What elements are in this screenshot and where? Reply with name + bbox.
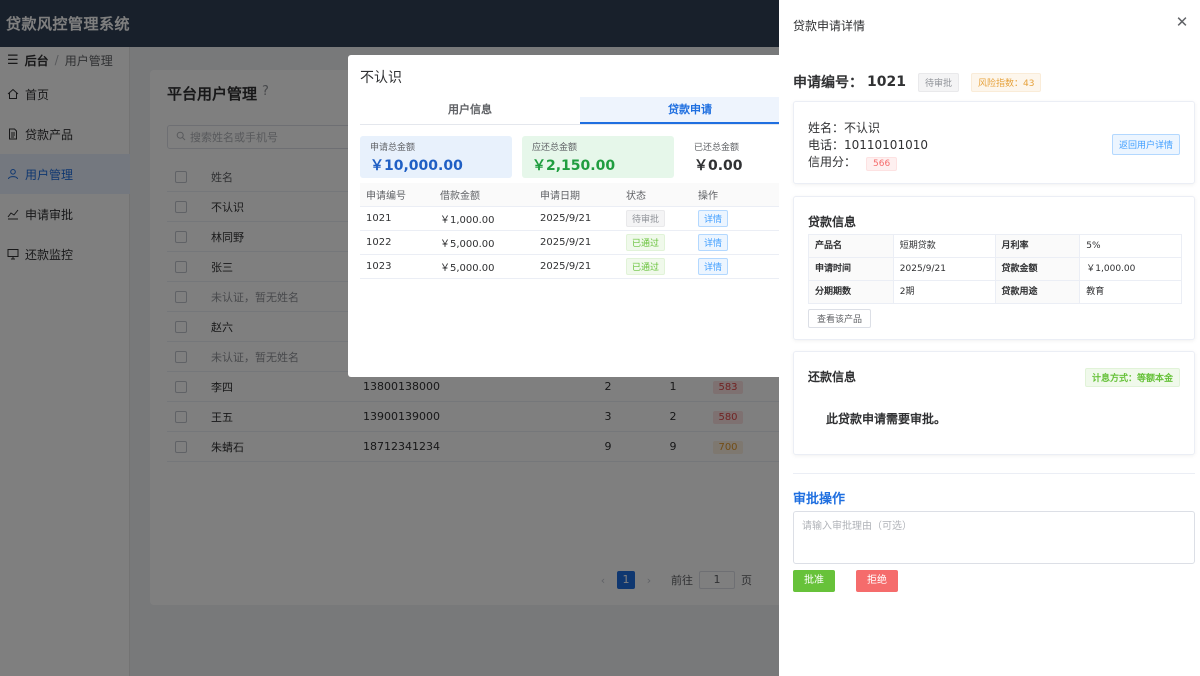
detail-button[interactable]: 详情 bbox=[698, 210, 729, 227]
application-id: 1022 bbox=[366, 237, 392, 248]
application-id: 1021 bbox=[366, 213, 392, 224]
repayment-info-title: 还款信息 bbox=[808, 370, 857, 384]
loan-info-table: 产品名 短期贷款 月利率 5% 申请时间 2025/9/21 贷款金额 ￥1,0… bbox=[808, 234, 1182, 304]
view-product-button[interactable]: 查看该产品 bbox=[808, 309, 872, 328]
stat-value: ￥2,150.00 bbox=[532, 158, 616, 174]
back-to-user-detail-button[interactable]: 返回用户详情 bbox=[1111, 134, 1180, 155]
field-label: 月利率 bbox=[995, 235, 1081, 258]
table-row: 1021 ￥1,000.00 2025/9/21 待审批 详情 bbox=[360, 207, 800, 231]
credit-score-label: 信用分： bbox=[808, 155, 857, 169]
credit-score-badge: 566 bbox=[866, 157, 898, 171]
application-header: 申请编号： 1021 待审批 风险指数：43 bbox=[793, 72, 1042, 92]
application-id: 1023 bbox=[366, 261, 392, 272]
repayment-info-card: 还款信息 计息方式：等额本金 此贷款申请需要审批。 bbox=[793, 351, 1195, 455]
field-value: ￥1,000.00 bbox=[1080, 258, 1182, 281]
close-icon[interactable]: ✕ bbox=[1174, 14, 1190, 30]
section-divider bbox=[793, 473, 1195, 474]
status-badge: 已通过 bbox=[626, 258, 666, 275]
approval-reason-input[interactable] bbox=[793, 511, 1195, 564]
stat-total-repaid: 已还总金额 ￥0.00 bbox=[684, 136, 784, 178]
table-header-row: 申请编号 借款金额 申请日期 状态 操作 bbox=[360, 183, 800, 207]
loan-info-row: 申请时间 2025/9/21 贷款金额 ￥1,000.00 bbox=[809, 258, 1182, 281]
stat-label: 已还总金额 bbox=[694, 143, 740, 153]
column-header: 状态 bbox=[626, 191, 646, 202]
status-badge: 已通过 bbox=[626, 234, 666, 251]
field-label: 申请时间 bbox=[809, 258, 894, 281]
stat-value: ￥10,000.00 bbox=[370, 158, 463, 174]
tab-loan-applications[interactable]: 贷款申请 bbox=[580, 97, 800, 124]
table-row: 1022 ￥5,000.00 2025/9/21 已通过 详情 bbox=[360, 231, 800, 255]
tab-user-info[interactable]: 用户信息 bbox=[360, 97, 580, 124]
stat-total-applied: 申请总金额 ￥10,000.00 bbox=[360, 136, 512, 178]
risk-index-badge: 风险指数：43 bbox=[970, 72, 1042, 92]
column-header: 申请日期 bbox=[540, 191, 580, 202]
stat-label: 应还总金额 bbox=[532, 143, 578, 153]
loan-amount: ￥5,000.00 bbox=[440, 239, 495, 250]
field-value: 5% bbox=[1080, 235, 1182, 258]
applicant-name: 姓名：不认识 bbox=[808, 121, 881, 135]
detail-button[interactable]: 详情 bbox=[698, 258, 729, 275]
field-label: 分期期数 bbox=[809, 281, 894, 304]
loan-info-row: 产品名 短期贷款 月利率 5% bbox=[809, 235, 1182, 258]
repayment-message: 此贷款申请需要审批。 bbox=[826, 412, 947, 426]
loan-info-card: 贷款信息 产品名 短期贷款 月利率 5% 申请时间 2025/9/21 贷款金额… bbox=[793, 196, 1195, 340]
loan-stats: 申请总金额 ￥10,000.00 应还总金额 ￥2,150.00 已还总金额 ￥… bbox=[360, 136, 800, 178]
field-value: 2025/9/21 bbox=[893, 258, 996, 281]
field-value: 短期贷款 bbox=[893, 235, 996, 258]
stat-total-due: 应还总金额 ￥2,150.00 bbox=[522, 136, 674, 178]
column-header: 操作 bbox=[698, 191, 718, 202]
stat-value: ￥0.00 bbox=[694, 158, 743, 174]
dialog-tabs: 用户信息 贷款申请 bbox=[360, 97, 800, 125]
loan-amount: ￥1,000.00 bbox=[440, 215, 495, 226]
column-header: 申请编号 bbox=[366, 191, 406, 202]
stat-label: 申请总金额 bbox=[370, 143, 416, 153]
loan-application-table: 申请编号 借款金额 申请日期 状态 操作 1021 ￥1,000.00 2025… bbox=[360, 183, 800, 279]
loan-info-row: 分期期数 2期 贷款用途 教育 bbox=[809, 281, 1182, 304]
status-badge: 待审批 bbox=[626, 210, 666, 227]
application-date: 2025/9/21 bbox=[540, 213, 592, 224]
reject-button[interactable]: 拒绝 bbox=[856, 570, 898, 592]
detail-button[interactable]: 详情 bbox=[698, 234, 729, 251]
status-badge: 待审批 bbox=[917, 72, 959, 92]
field-label: 贷款金额 bbox=[995, 258, 1081, 281]
approve-button[interactable]: 批准 bbox=[793, 570, 835, 592]
table-row: 1023 ￥5,000.00 2025/9/21 已通过 详情 bbox=[360, 255, 800, 279]
loan-info-title: 贷款信息 bbox=[808, 215, 857, 229]
dialog-title: 不认识 bbox=[360, 70, 402, 86]
user-detail-dialog: 不认识 用户信息 贷款申请 申请总金额 ￥10,000.00 应还总金额 ￥2,… bbox=[348, 55, 808, 377]
application-date: 2025/9/21 bbox=[540, 261, 592, 272]
field-label: 产品名 bbox=[809, 235, 894, 258]
application-number: 1021 bbox=[867, 74, 906, 90]
interest-method-badge: 计息方式：等额本金 bbox=[1084, 368, 1180, 387]
field-value: 2期 bbox=[893, 281, 996, 304]
column-header: 借款金额 bbox=[440, 191, 480, 202]
application-date: 2025/9/21 bbox=[540, 237, 592, 248]
application-number-label: 申请编号： bbox=[793, 75, 863, 91]
applicant-phone: 电话：10110101010 bbox=[808, 138, 928, 152]
loan-amount: ￥5,000.00 bbox=[440, 263, 495, 274]
drawer-title: 贷款申请详情 bbox=[793, 19, 866, 33]
applicant-card: 姓名：不认识 电话：10110101010 信用分： 566 返回用户详情 bbox=[793, 101, 1195, 184]
applicant-credit-score: 信用分： 566 bbox=[808, 153, 898, 171]
field-value: 教育 bbox=[1080, 281, 1182, 304]
field-label: 贷款用途 bbox=[995, 281, 1081, 304]
loan-application-drawer: 贷款申请详情 ✕ 申请编号： 1021 待审批 风险指数：43 姓名：不认识 电… bbox=[779, 0, 1200, 676]
approval-section-title: 审批操作 bbox=[793, 492, 846, 507]
